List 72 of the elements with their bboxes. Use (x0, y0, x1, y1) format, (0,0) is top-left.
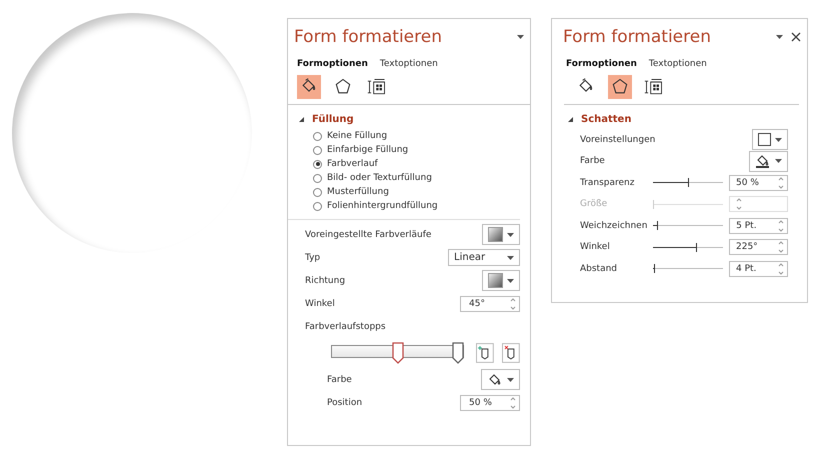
number-field[interactable]: 45° (460, 296, 520, 312)
expand-triangle-icon[interactable] (299, 117, 304, 122)
pane-tab[interactable]: Textoptionen (648, 59, 707, 69)
section-title: Schatten (581, 114, 632, 125)
option-label: Farbverlauf (327, 159, 378, 169)
spinner-icon[interactable] (778, 218, 784, 233)
spinner-icon[interactable] (778, 240, 784, 254)
pane-tab[interactable]: Formoptionen (566, 59, 637, 69)
field-label: Weichzeichnen (580, 220, 648, 231)
radio-button[interactable] (313, 146, 322, 154)
radio-button[interactable] (313, 174, 322, 182)
gradient-picker[interactable] (482, 224, 520, 245)
field-label: Voreingestellte Farbverläufe (305, 230, 432, 240)
field-label: Abstand (580, 264, 618, 274)
number-field[interactable]: 50 % (729, 174, 788, 191)
color-picker[interactable] (481, 369, 520, 390)
radio-button[interactable] (313, 160, 322, 168)
field-label: Richtung (305, 276, 346, 286)
option-label: Bild- oder Texturfüllung (327, 173, 432, 183)
caret-icon (507, 256, 514, 260)
caret-icon (507, 278, 514, 282)
option-label: Folienhintergrundfüllung (327, 201, 438, 211)
paint-bucket-icon (755, 154, 771, 168)
number-field[interactable]: 50 % (460, 394, 520, 410)
field-label: Größe (580, 199, 608, 210)
caret-icon (517, 35, 524, 39)
option-label: Keine Füllung (327, 131, 388, 141)
field-label: Transparenz (580, 178, 634, 188)
pane-title: Form formatieren (563, 27, 712, 47)
caret-icon (776, 35, 783, 39)
paint-bucket-icon[interactable] (297, 75, 321, 99)
caret-icon (507, 378, 514, 382)
field-label: Farbe (327, 374, 352, 384)
gradient-stops-bar[interactable] (331, 342, 464, 364)
radio-button[interactable] (313, 132, 322, 140)
caret-icon (775, 159, 782, 164)
remove-stop-icon[interactable] (502, 343, 520, 363)
shadow-picker[interactable] (752, 129, 788, 150)
pane-tab[interactable]: Formoptionen (297, 59, 368, 69)
field-label: Voreinstellungen (580, 134, 656, 145)
type-dropdown[interactable]: Linear (448, 249, 520, 266)
add-stop-icon[interactable] (476, 343, 494, 363)
radio-button[interactable] (313, 202, 322, 210)
gradient-picker[interactable] (482, 270, 520, 291)
spinner-icon[interactable] (778, 176, 784, 190)
option-label: Einfarbige Füllung (327, 145, 408, 155)
expand-triangle-icon[interactable] (568, 117, 573, 122)
section-title: Füllung (312, 114, 354, 125)
caret-icon (507, 232, 514, 236)
close-icon[interactable] (791, 32, 801, 42)
field-label: Typ (305, 252, 320, 262)
option-label: Musterfüllung (327, 187, 389, 197)
spinner-icon[interactable] (778, 262, 784, 276)
field-label: Winkel (580, 242, 610, 252)
field-label: Winkel (305, 298, 335, 308)
color-picker[interactable] (749, 150, 788, 172)
field-label: Farbe (580, 156, 605, 166)
gradient-stop-handle[interactable] (452, 342, 464, 364)
number-field[interactable]: 4 Pt. (729, 260, 788, 277)
spinner-icon[interactable] (510, 396, 516, 410)
spinner-icon[interactable] (510, 296, 516, 310)
paint-bucket-icon (487, 372, 503, 386)
field-label: Farbverlaufstopps (305, 322, 386, 332)
gradient-stop-handle[interactable] (392, 342, 404, 364)
pane-title: Form formatieren (294, 27, 443, 47)
radio-button[interactable] (313, 188, 322, 196)
spinner-icon[interactable] (736, 197, 742, 212)
field-label: Position (327, 398, 362, 408)
number-field[interactable]: 225° (729, 239, 788, 256)
pane-tab[interactable]: Textoptionen (380, 59, 438, 69)
number-field[interactable]: 5 Pt. (729, 218, 788, 234)
caret-icon (775, 138, 782, 142)
